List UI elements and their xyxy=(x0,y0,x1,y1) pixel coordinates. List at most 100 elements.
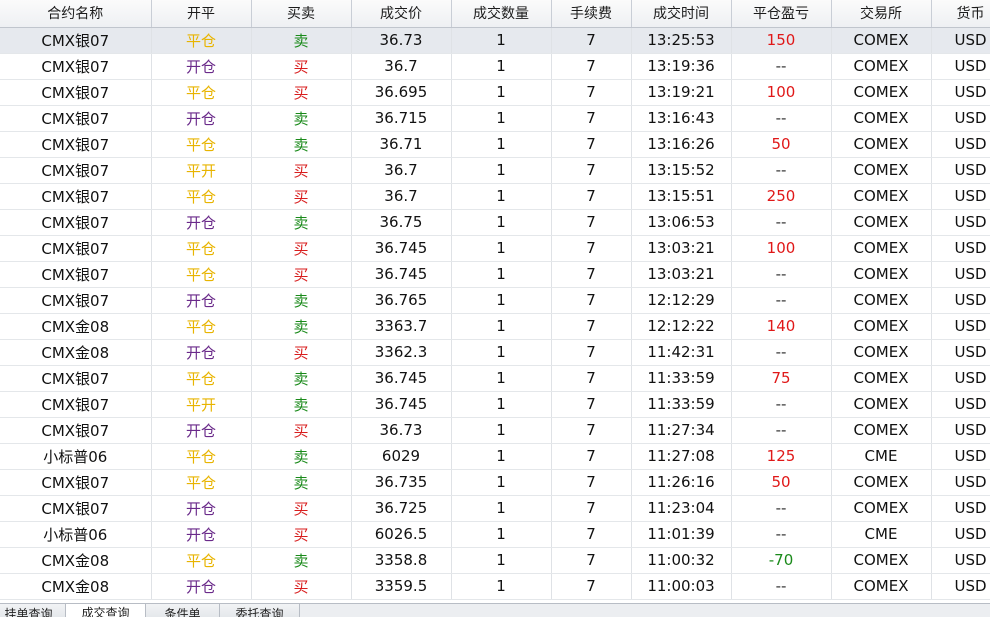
table-row[interactable]: CMX银07 平开卖 36.745 1 7 11:33:59 -- COMEX USD xyxy=(0,391,990,418)
cell-quantity: 1 xyxy=(451,339,552,366)
cell-open-close: 平仓 xyxy=(151,79,252,106)
cell-side: 买 xyxy=(251,261,352,288)
cell-exchange: COMEX xyxy=(831,287,932,314)
cell-fee: 7 xyxy=(551,235,632,262)
table-row[interactable]: CMX银07 平仓卖 36.71 1 7 13:16:26 50 COMEX USD xyxy=(0,131,990,158)
cell-exchange: CME xyxy=(831,521,932,548)
cell-close-pnl: -- xyxy=(731,209,832,236)
cell-quantity: 1 xyxy=(451,287,552,314)
table-row[interactable]: CMX银07 平仓卖 36.735 1 7 11:26:16 50 COMEX USD xyxy=(0,469,990,496)
cell-open-close: 开仓 xyxy=(151,521,252,548)
cell-price: 3358.8 xyxy=(351,547,452,574)
cell-close-pnl: -- xyxy=(731,573,832,600)
tab-order-query[interactable]: 委托查询 xyxy=(220,604,300,617)
table-row[interactable]: CMX银07 开仓卖 36.75 1 7 13:06:53 -- COMEX USD xyxy=(0,209,990,236)
cell-currency: USD xyxy=(931,287,990,314)
table-row[interactable]: CMX金08 开仓买 3359.5 1 7 11:00:03 -- COMEX USD xyxy=(0,573,990,600)
cell-exchange: COMEX xyxy=(831,547,932,574)
cell-trade-time: 13:15:51 xyxy=(631,183,732,210)
table-row[interactable]: CMX银07 平仓卖 36.745 1 7 11:33:59 75 COMEX USD xyxy=(0,365,990,392)
cell-close-pnl: -- xyxy=(731,287,832,314)
cell-open-close: 平仓 xyxy=(151,131,252,158)
table-row[interactable]: CMX银07 平仓买 36.745 1 7 13:03:21 -- COMEX USD xyxy=(0,261,990,288)
table-row[interactable]: 小标普06 平仓卖 6029 1 7 11:27:08 125 CME USD xyxy=(0,443,990,470)
cell-currency: USD xyxy=(931,443,990,470)
cell-open-close: 开仓 xyxy=(151,105,252,132)
cell-close-pnl: -70 xyxy=(731,547,832,574)
cell-fee: 7 xyxy=(551,27,632,54)
cell-currency: USD xyxy=(931,105,990,132)
tab-conditional-orders[interactable]: 条件单 xyxy=(146,604,220,617)
column-header-exchange[interactable]: 交易所 xyxy=(831,0,932,28)
cell-currency: USD xyxy=(931,339,990,366)
cell-trade-time: 13:03:21 xyxy=(631,235,732,262)
table-row[interactable]: CMX金08 开仓买 3362.3 1 7 11:42:31 -- COMEX USD xyxy=(0,339,990,366)
table-row[interactable]: CMX银07 平仓买 36.695 1 7 13:19:21 100 COMEX USD xyxy=(0,79,990,106)
column-header-fee[interactable]: 手续费 xyxy=(551,0,632,28)
cell-side: 卖 xyxy=(251,443,352,470)
column-header-close-pnl[interactable]: 平仓盈亏 xyxy=(731,0,832,28)
cell-trade-time: 13:03:21 xyxy=(631,261,732,288)
cell-exchange: COMEX xyxy=(831,417,932,444)
cell-price: 36.715 xyxy=(351,105,452,132)
column-header-open-close[interactable]: 开平 xyxy=(151,0,252,28)
cell-trade-time: 11:01:39 xyxy=(631,521,732,548)
column-header-quantity[interactable]: 成交数量 xyxy=(451,0,552,28)
column-header-contract-name[interactable]: 合约名称 xyxy=(0,0,152,28)
cell-open-close: 平仓 xyxy=(151,261,252,288)
cell-trade-time: 11:00:32 xyxy=(631,547,732,574)
cell-price: 36.695 xyxy=(351,79,452,106)
table-row[interactable]: 小标普06 开仓买 6026.5 1 7 11:01:39 -- CME USD xyxy=(0,521,990,548)
cell-contract-name: CMX银07 xyxy=(0,495,152,522)
cell-side: 买 xyxy=(251,235,352,262)
cell-close-pnl: -- xyxy=(731,391,832,418)
cell-open-close: 开仓 xyxy=(151,495,252,522)
cell-exchange: COMEX xyxy=(831,183,932,210)
table-row[interactable]: CMX银07 开仓卖 36.765 1 7 12:12:29 -- COMEX USD xyxy=(0,287,990,314)
tab-pending-orders[interactable]: 挂单查询 xyxy=(0,604,66,617)
cell-close-pnl: -- xyxy=(731,417,832,444)
cell-contract-name: CMX银07 xyxy=(0,261,152,288)
cell-exchange: COMEX xyxy=(831,365,932,392)
table-row[interactable]: CMX金08 平仓卖 3358.8 1 7 11:00:32 -70 COMEX USD xyxy=(0,547,990,574)
table-row[interactable]: CMX银07 开仓卖 36.715 1 7 13:16:43 -- COMEX USD xyxy=(0,105,990,132)
cell-price: 6029 xyxy=(351,443,452,470)
cell-contract-name: CMX银07 xyxy=(0,469,152,496)
column-header-price[interactable]: 成交价 xyxy=(351,0,452,28)
cell-fee: 7 xyxy=(551,105,632,132)
table-row[interactable]: CMX银07 平仓买 36.7 1 7 13:15:51 250 COMEX USD xyxy=(0,183,990,210)
table-row[interactable]: CMX银07 开仓买 36.73 1 7 11:27:34 -- COMEX USD xyxy=(0,417,990,444)
table-row[interactable]: CMX银07 开仓买 36.7 1 7 13:19:36 -- COMEX USD xyxy=(0,53,990,80)
tab-trade-query[interactable]: 成交查询 xyxy=(65,604,146,617)
cell-contract-name: CMX银07 xyxy=(0,365,152,392)
table-row[interactable]: CMX银07 平仓买 36.745 1 7 13:03:21 100 COMEX USD xyxy=(0,235,990,262)
column-header-side[interactable]: 买卖 xyxy=(251,0,352,28)
cell-quantity: 1 xyxy=(451,261,552,288)
cell-trade-time: 11:00:03 xyxy=(631,573,732,600)
cell-exchange: COMEX xyxy=(831,157,932,184)
cell-exchange: COMEX xyxy=(831,53,932,80)
cell-trade-time: 12:12:29 xyxy=(631,287,732,314)
cell-currency: USD xyxy=(931,261,990,288)
cell-side: 买 xyxy=(251,417,352,444)
cell-trade-time: 13:06:53 xyxy=(631,209,732,236)
table-row[interactable]: CMX银07 平仓卖 36.73 1 7 13:25:53 150 COMEX USD xyxy=(0,27,990,54)
cell-close-pnl: -- xyxy=(731,53,832,80)
cell-quantity: 1 xyxy=(451,53,552,80)
cell-currency: USD xyxy=(931,495,990,522)
column-header-trade-time[interactable]: 成交时间 xyxy=(631,0,732,28)
cell-trade-time: 13:19:21 xyxy=(631,79,732,106)
cell-close-pnl: 125 xyxy=(731,443,832,470)
cell-price: 36.765 xyxy=(351,287,452,314)
cell-currency: USD xyxy=(931,573,990,600)
cell-fee: 7 xyxy=(551,521,632,548)
cell-close-pnl: -- xyxy=(731,105,832,132)
table-row[interactable]: CMX银07 开仓买 36.725 1 7 11:23:04 -- COMEX USD xyxy=(0,495,990,522)
cell-close-pnl: 50 xyxy=(731,469,832,496)
table-row[interactable]: CMX银07 平开买 36.7 1 7 13:15:52 -- COMEX USD xyxy=(0,157,990,184)
cell-open-close: 开仓 xyxy=(151,53,252,80)
cell-contract-name: CMX金08 xyxy=(0,547,152,574)
table-row[interactable]: CMX金08 平仓卖 3363.7 1 7 12:12:22 140 COMEX USD xyxy=(0,313,990,340)
column-header-currency[interactable]: 货币 xyxy=(931,0,990,28)
cell-close-pnl: -- xyxy=(731,157,832,184)
